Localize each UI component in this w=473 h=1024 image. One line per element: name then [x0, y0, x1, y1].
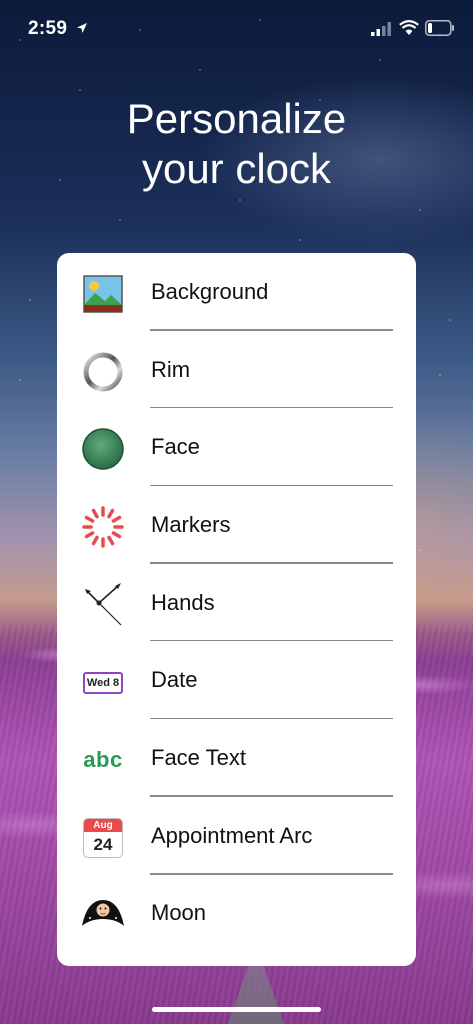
calendar-icon: Aug 24	[81, 816, 125, 860]
menu-item-label: Face Text	[151, 745, 246, 771]
title-line-2: your clock	[141, 145, 332, 192]
menu-item-appointment-arc[interactable]: Aug 24 Appointment Arc	[57, 797, 416, 875]
status-time: 2:59	[28, 18, 68, 39]
abc-text: abc	[83, 747, 123, 773]
menu-item-label: Hands	[151, 589, 215, 615]
calendar-badge: Aug 24	[83, 817, 123, 858]
menu-item-label: Date	[151, 667, 198, 693]
wifi-icon	[399, 20, 419, 35]
menu-item-label: Rim	[151, 356, 191, 382]
date-badge-icon: Wed 8	[81, 661, 125, 705]
menu-item-face-text[interactable]: abc Face Text	[57, 719, 416, 797]
date-badge: Wed 8	[83, 671, 123, 694]
page-title: Personalize your clock	[0, 94, 473, 194]
menu-item-moon[interactable]: Moon	[57, 875, 416, 953]
menu-item-label: Face	[151, 434, 200, 460]
battery-icon	[425, 20, 454, 36]
settings-card: Background Rim Face Markers Hands Wed 8 …	[57, 253, 416, 966]
menu-item-markers[interactable]: Markers	[57, 486, 416, 564]
menu-item-label: Background	[151, 278, 269, 304]
home-indicator[interactable]	[152, 1007, 321, 1012]
calendar-month: Aug	[84, 818, 122, 832]
calendar-day: 24	[93, 834, 113, 854]
abc-text-icon: abc	[81, 738, 125, 782]
title-line-1: Personalize	[126, 95, 347, 142]
location-arrow-icon	[77, 23, 87, 33]
menu-item-face[interactable]: Face	[57, 408, 416, 487]
ring-icon	[81, 350, 125, 394]
cellular-signal-icon	[371, 22, 391, 36]
moon-icon	[81, 894, 125, 938]
menu-item-background[interactable]: Background	[57, 253, 416, 331]
menu-item-date[interactable]: Wed 8 Date	[57, 642, 416, 720]
menu-item-rim[interactable]: Rim	[57, 331, 416, 409]
menu-item-label: Markers	[151, 511, 231, 537]
picture-icon	[81, 272, 125, 316]
status-bar: 2:59	[0, 0, 473, 56]
menu-item-label: Moon	[151, 900, 207, 926]
clock-hands-icon	[81, 582, 125, 627]
menu-item-label: Appointment Arc	[151, 822, 313, 848]
markers-icon	[81, 505, 125, 549]
menu-item-hands[interactable]: Hands	[57, 564, 416, 642]
green-disc-icon	[81, 427, 125, 471]
